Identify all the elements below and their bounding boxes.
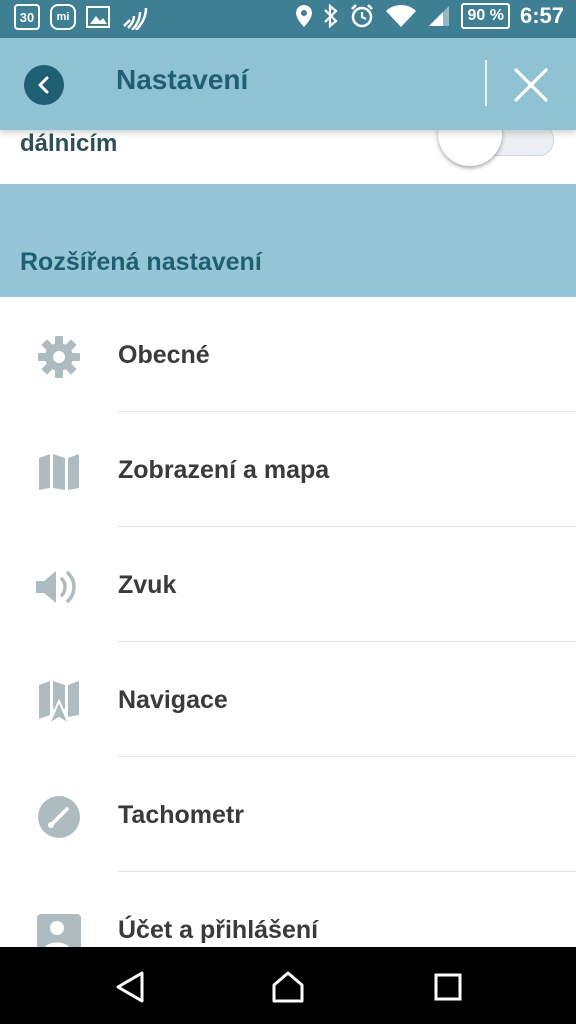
menu-item-label: Zvuk	[118, 571, 177, 599]
clock: 6:57	[519, 3, 564, 28]
bluetooth-icon	[324, 4, 339, 28]
location-icon	[296, 5, 313, 27]
calendar-icon: 30	[14, 4, 40, 30]
recents-icon[interactable]	[430, 969, 466, 1005]
speedometer-icon	[34, 792, 84, 842]
section-header: Rozšířená nastavení	[0, 184, 576, 297]
back-button[interactable]	[24, 65, 64, 105]
menu-item-label: Obecné	[118, 341, 210, 369]
highway-setting-label: dálnicím	[20, 130, 118, 157]
highway-setting-row: dálnicím	[0, 102, 576, 185]
menu-item-label: Tachometr	[118, 801, 244, 829]
battery-icon: 90 %	[461, 3, 510, 29]
app-bar: Nastavení	[0, 38, 576, 130]
speaker-icon	[34, 562, 84, 612]
alarm-icon	[351, 4, 374, 28]
back-triangle-icon[interactable]	[112, 969, 148, 1005]
close-icon	[514, 68, 548, 102]
menu-item-speedometer[interactable]: Tachometr	[0, 757, 576, 872]
menu-item-label: Účet a přihlášení	[118, 916, 319, 944]
page-title: Nastavení	[116, 64, 249, 95]
gear-icon	[34, 332, 84, 382]
gallery-icon	[86, 6, 110, 28]
menu-item-label: Navigace	[118, 686, 228, 714]
advanced-settings-list: Obecné Zobrazení a mapa Zvuk Navigace Ta…	[0, 297, 576, 987]
close-button[interactable]	[510, 64, 552, 106]
menu-item-display-map[interactable]: Zobrazení a mapa	[0, 412, 576, 527]
chevron-left-icon	[38, 76, 49, 94]
wifi-icon	[386, 5, 417, 27]
menu-item-sound[interactable]: Zvuk	[0, 527, 576, 642]
nfc-icon	[123, 7, 148, 30]
home-icon[interactable]	[270, 969, 306, 1005]
map-icon	[34, 447, 84, 497]
menu-item-label: Zobrazení a mapa	[118, 456, 330, 484]
signal-icon	[429, 6, 450, 26]
system-nav-bar	[0, 947, 576, 1024]
menu-item-navigation[interactable]: Navigace	[0, 642, 576, 757]
mi-app-icon: mi	[50, 4, 76, 30]
status-bar: 30 mi 90 % 6:57	[0, 0, 576, 38]
section-title: Rozšířená nastavení	[20, 248, 262, 276]
navigation-map-icon	[34, 677, 84, 727]
menu-item-general[interactable]: Obecné	[0, 297, 576, 412]
appbar-divider	[485, 60, 487, 106]
